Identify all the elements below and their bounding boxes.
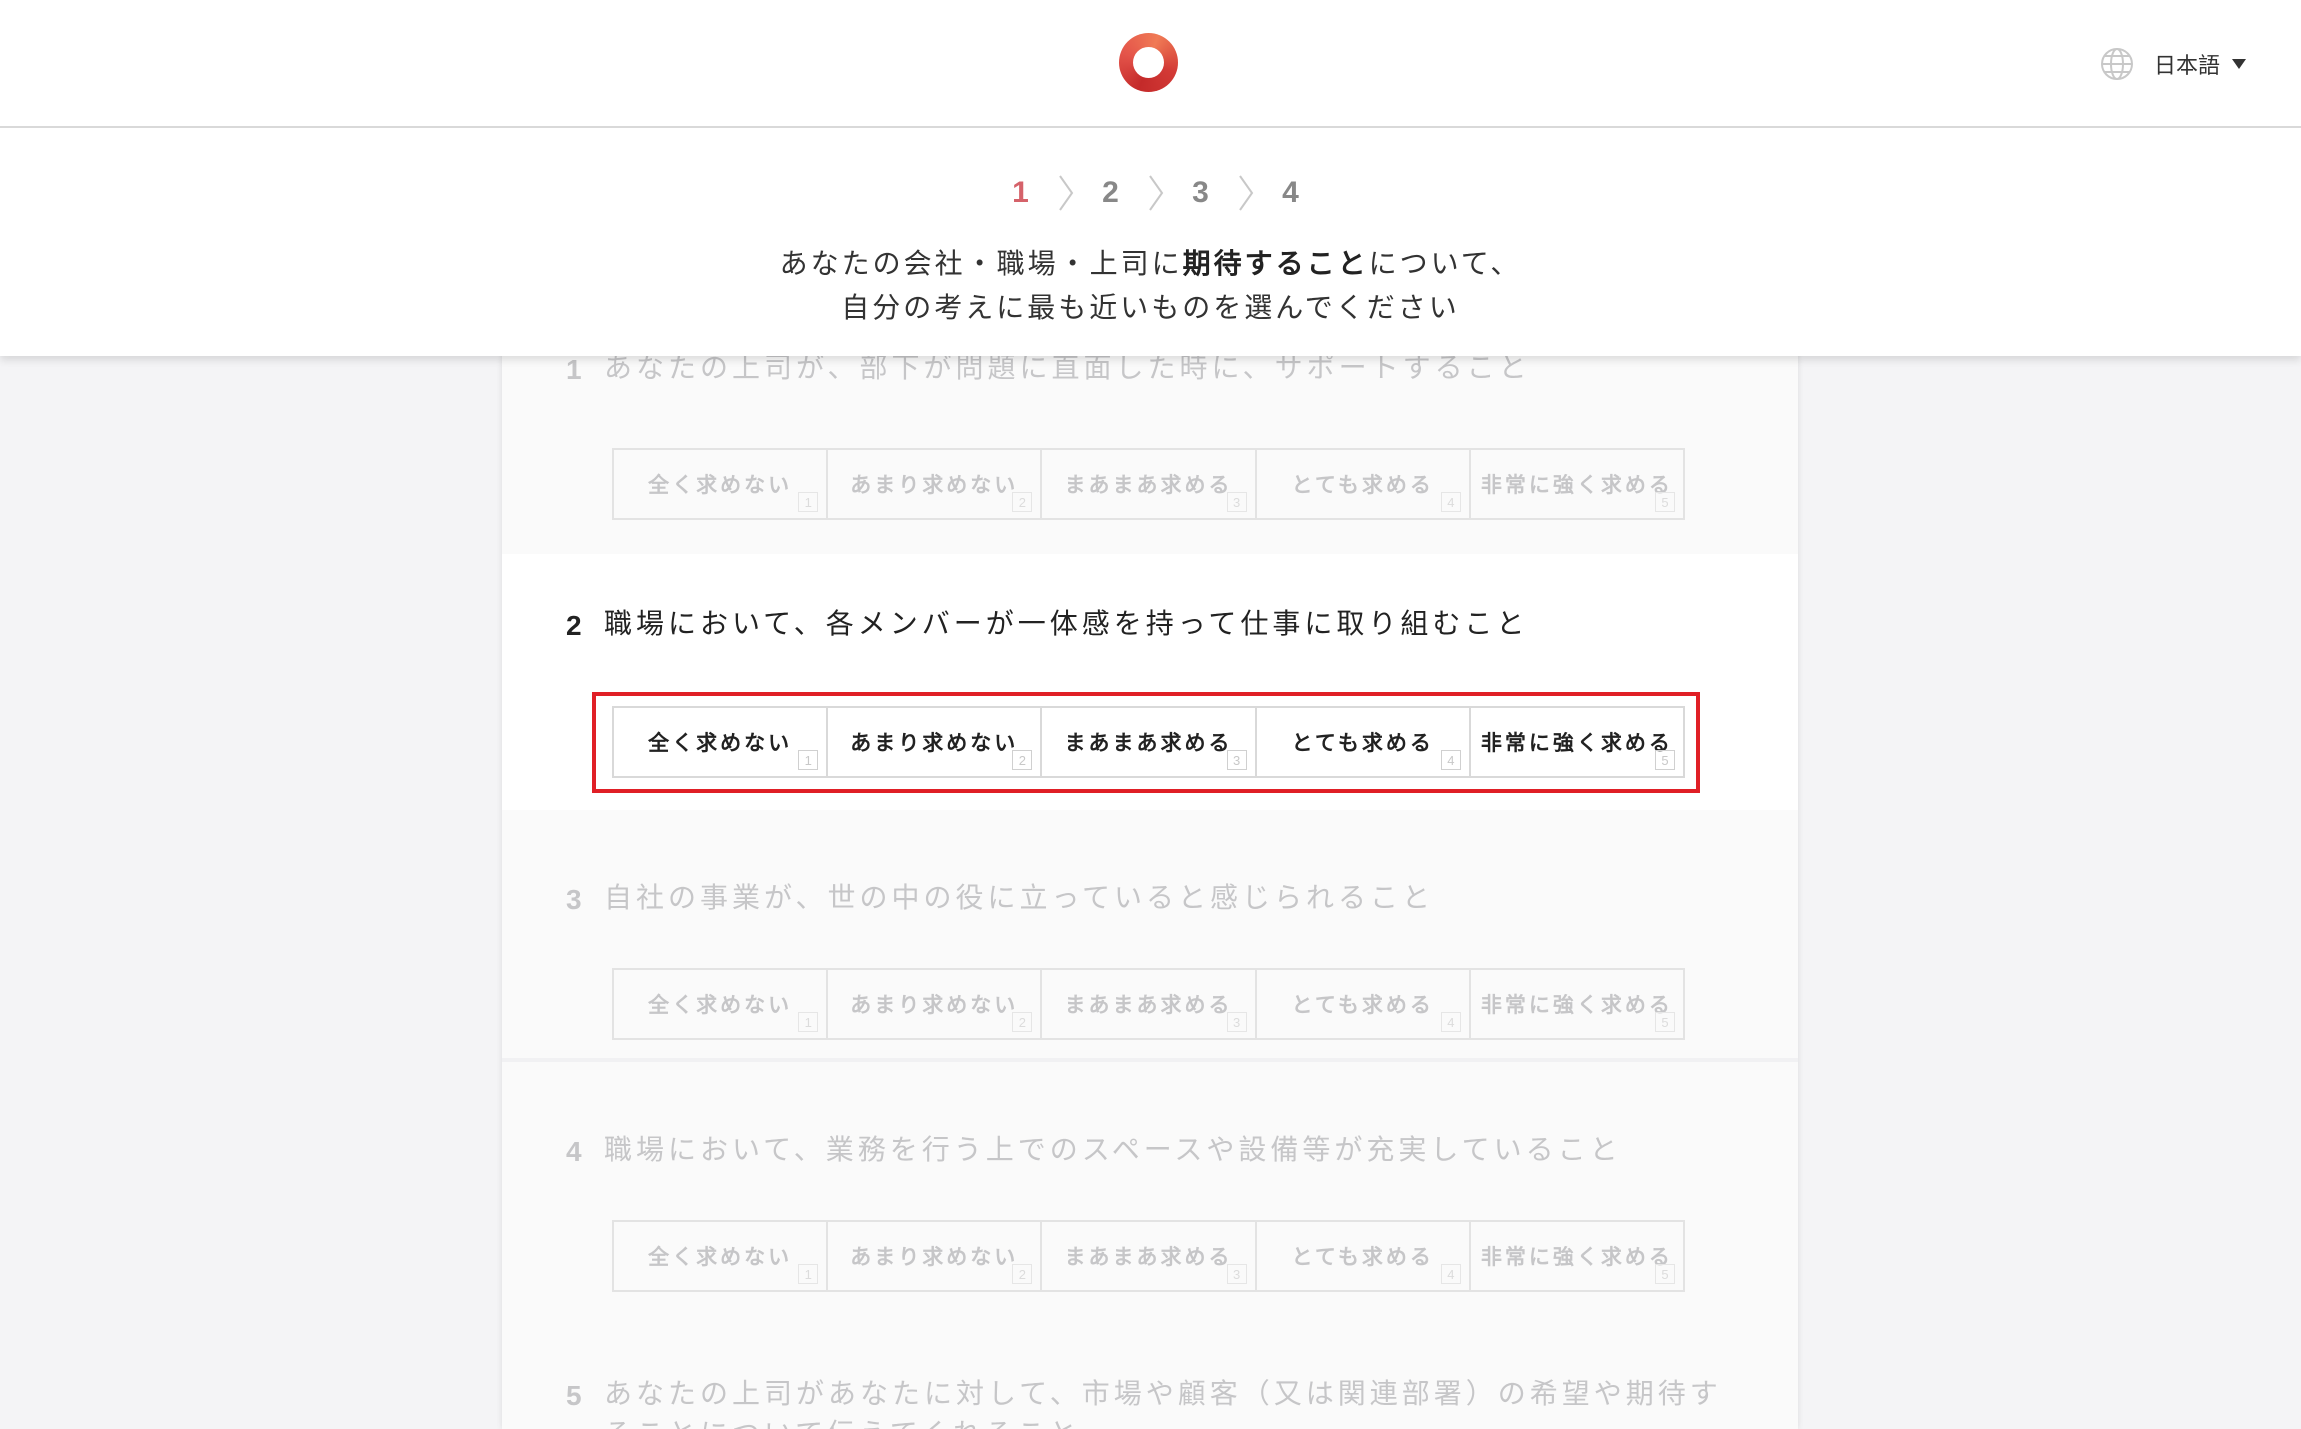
shortcut-key: 4 — [1440, 492, 1461, 512]
question-text: あなたの上司があなたに対して、市場や顧客（又は関連部署）の希望や期待することにつ… — [604, 1377, 1722, 1429]
chevron-right-icon — [1058, 175, 1073, 211]
option-label: 全く求めない — [648, 473, 793, 497]
shortcut-key: 5 — [1655, 750, 1676, 770]
question-4: 4 職場において、業務を行う上でのスペースや設備等が充実していること 全く求めな… — [502, 1066, 1798, 1316]
option-label: あまり求めない — [850, 731, 1019, 755]
option-1[interactable]: 全く求めない 1 — [614, 1222, 829, 1290]
option-label: 非常に強く求める — [1480, 473, 1673, 497]
question-2: 2 職場において、各メンバーが一体感を持って仕事に取り組むこと 全く求めない 1 … — [502, 554, 1798, 810]
option-2[interactable]: あまり求めない 2 — [828, 708, 1043, 776]
shortcut-key: 1 — [798, 1264, 819, 1284]
shortcut-key: 4 — [1440, 750, 1461, 770]
step-3: 3 — [1192, 176, 1209, 209]
option-label: 全く求めない — [648, 1245, 793, 1269]
question-number: 1 — [566, 354, 582, 385]
instruction-part: について、 — [1368, 247, 1522, 280]
instruction-header: 1 2 3 4 あなたの会社・職場・上司に期待することについて、 自分の考えに最… — [0, 128, 2301, 356]
question-text: 自社の事業が、世の中の役に立っていると感じられること — [604, 881, 1435, 914]
shortcut-key: 1 — [798, 492, 819, 512]
option-label: まあまあ求める — [1064, 993, 1233, 1017]
shortcut-key: 3 — [1226, 750, 1247, 770]
instruction-text: あなたの会社・職場・上司に期待することについて、 自分の考えに最も近いものを選ん… — [0, 242, 2301, 330]
option-label: 非常に強く求める — [1480, 731, 1673, 755]
option-2[interactable]: あまり求めない 2 — [828, 1222, 1043, 1290]
question-text: 職場において、業務を行う上でのスペースや設備等が充実していること — [604, 1133, 1622, 1166]
option-3[interactable]: まあまあ求める 3 — [1042, 708, 1257, 776]
step-2: 2 — [1102, 176, 1119, 209]
option-label: 全く求めない — [648, 731, 793, 755]
language-selector[interactable]: 日本語 — [2100, 44, 2247, 84]
step-indicator: 1 2 3 4 — [0, 168, 2301, 218]
shortcut-key: 1 — [798, 750, 819, 770]
chevron-right-icon — [1148, 175, 1163, 211]
question-number: 3 — [566, 884, 582, 915]
option-label: まあまあ求める — [1064, 1245, 1233, 1269]
option-3[interactable]: まあまあ求める 3 — [1042, 970, 1257, 1038]
option-label: 非常に強く求める — [1480, 993, 1673, 1017]
question-number: 4 — [566, 1136, 582, 1167]
option-3[interactable]: まあまあ求める 3 — [1042, 1222, 1257, 1290]
option-label: とても求める — [1291, 993, 1434, 1017]
shortcut-key: 2 — [1012, 750, 1033, 770]
instruction-line-2: 自分の考えに最も近いものを選んでください — [841, 291, 1460, 324]
option-label: まあまあ求める — [1064, 473, 1233, 497]
option-label: まあまあ求める — [1064, 731, 1233, 755]
option-2[interactable]: あまり求めない 2 — [828, 450, 1043, 518]
option-label: 全く求めない — [648, 993, 793, 1017]
shortcut-key: 5 — [1655, 1012, 1676, 1032]
shortcut-key: 3 — [1226, 1012, 1247, 1032]
answer-options: 全く求めない 1 あまり求めない 2 まあまあ求める 3 とても求める 4 非常に強く求… — [612, 968, 1685, 1040]
shortcut-key: 3 — [1226, 1264, 1247, 1284]
option-4[interactable]: とても求める 4 — [1257, 450, 1471, 518]
question-number: 2 — [566, 610, 582, 641]
logo — [1119, 33, 1178, 92]
instruction-line-1: あなたの会社・職場・上司に期待することについて、 — [0, 242, 2301, 286]
instruction-emphasis: 期待すること — [1182, 247, 1369, 280]
option-5[interactable]: 非常に強く求める 5 — [1471, 1222, 1683, 1290]
option-1[interactable]: 全く求めない 1 — [614, 450, 829, 518]
option-4[interactable]: とても求める 4 — [1257, 1222, 1471, 1290]
option-3[interactable]: まあまあ求める 3 — [1042, 450, 1257, 518]
option-5[interactable]: 非常に強く求める 5 — [1471, 450, 1683, 518]
option-label: 非常に強く求める — [1480, 1245, 1673, 1269]
option-label: あまり求めない — [850, 993, 1019, 1017]
option-1[interactable]: 全く求めない 1 — [614, 708, 829, 776]
option-label: あまり求めない — [850, 1245, 1019, 1269]
shortcut-key: 2 — [1012, 1012, 1033, 1032]
language-label: 日本語 — [2154, 54, 2221, 79]
option-label: とても求める — [1291, 1245, 1434, 1269]
answer-options: 全く求めない 1 あまり求めない 2 まあまあ求める 3 とても求める 4 非常に強く求… — [612, 1220, 1685, 1292]
option-2[interactable]: あまり求めない 2 — [828, 970, 1043, 1038]
option-4[interactable]: とても求める 4 — [1257, 708, 1471, 776]
shortcut-key: 3 — [1226, 492, 1247, 512]
shortcut-key: 4 — [1440, 1012, 1461, 1032]
caret-down-icon — [2232, 59, 2247, 69]
globe-icon — [2101, 48, 2133, 80]
option-1[interactable]: 全く求めない 1 — [614, 970, 829, 1038]
step-1: 1 — [1012, 176, 1029, 209]
option-label: とても求める — [1291, 473, 1434, 497]
chevron-right-icon — [1238, 175, 1253, 211]
answer-options: 全く求めない 1 あまり求めない 2 まあまあ求める 3 とても求める 4 非常に強く求… — [612, 706, 1685, 778]
answer-options: 全く求めない 1 あまり求めない 2 まあまあ求める 3 とても求める 4 非常に強く求… — [612, 448, 1685, 520]
option-label: あまり求めない — [850, 473, 1019, 497]
question-number: 5 — [566, 1380, 582, 1411]
question-text: 職場において、各メンバーが一体感を持って仕事に取り組むこと — [604, 607, 1529, 640]
option-5[interactable]: 非常に強く求める 5 — [1471, 970, 1683, 1038]
option-5[interactable]: 非常に強く求める 5 — [1471, 708, 1683, 776]
question-3: 3 自社の事業が、世の中の役に立っていると感じられること 全く求めない 1 あまり… — [502, 810, 1798, 1062]
question-card: 1 あなたの上司が、部下が問題に直面した時に、サポートすること 全く求めない 1 … — [502, 300, 1798, 1429]
instruction-part: あなたの会社・職場・上司に — [779, 247, 1183, 280]
question-5: 5 あなたの上司があなたに対して、市場や顧客（又は関連部署）の希望や期待すること… — [502, 1316, 1798, 1429]
shortcut-key: 2 — [1012, 1264, 1033, 1284]
shortcut-key: 4 — [1440, 1264, 1461, 1284]
option-4[interactable]: とても求める 4 — [1257, 970, 1471, 1038]
top-bar: 日本語 — [0, 0, 2301, 128]
shortcut-key: 5 — [1655, 1264, 1676, 1284]
step-4: 4 — [1282, 176, 1299, 209]
option-label: とても求める — [1291, 731, 1434, 755]
shortcut-key: 5 — [1655, 492, 1676, 512]
shortcut-key: 2 — [1012, 492, 1033, 512]
shortcut-key: 1 — [798, 1012, 819, 1032]
